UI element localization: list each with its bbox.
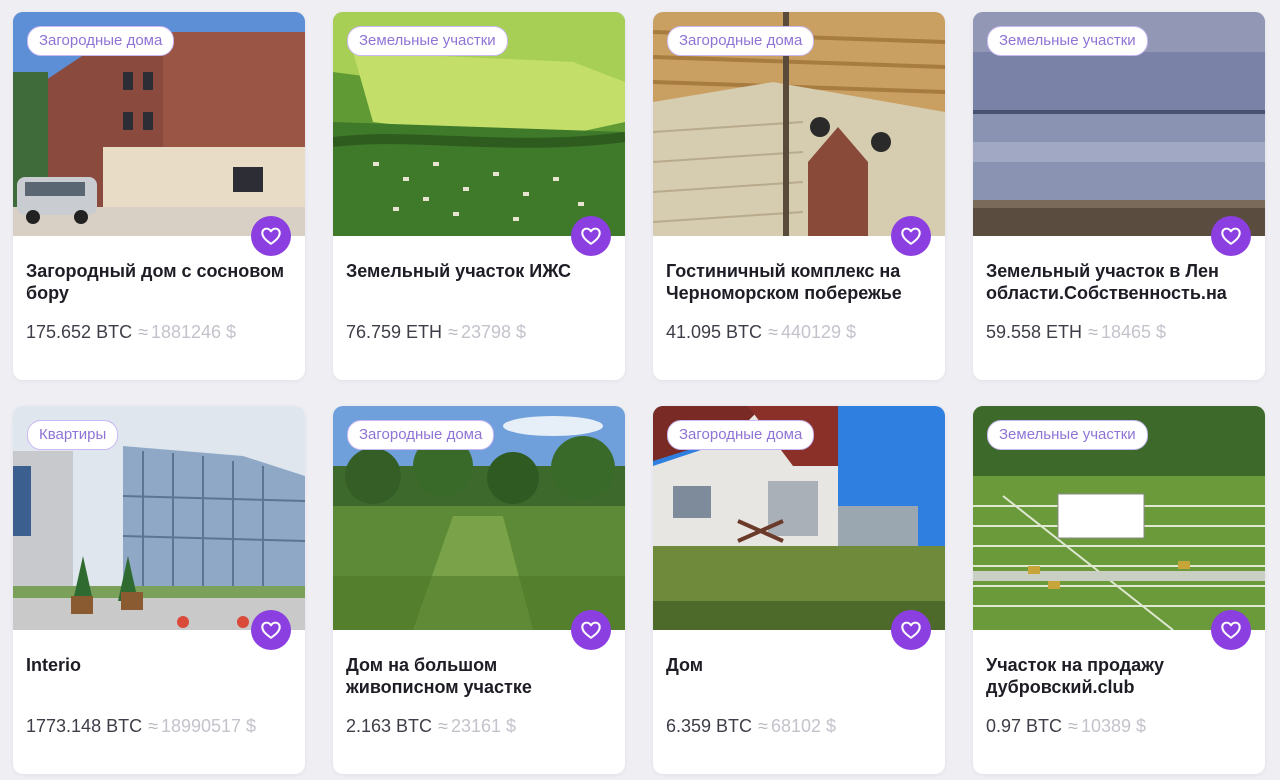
listing-title[interactable]: Земельный участок ИЖС: [346, 260, 611, 282]
listing-card[interactable]: Загородные дома Дом на большом живописно…: [333, 406, 625, 774]
approx-sign: ≈: [768, 322, 778, 342]
listing-photo[interactable]: Загородные дома: [333, 406, 625, 630]
favorite-button[interactable]: [891, 216, 931, 256]
listing-price: 1773.148 BTC ≈18990517 $: [26, 715, 256, 737]
approx-sign: ≈: [1088, 322, 1098, 342]
category-badge: Загородные дома: [347, 420, 495, 450]
usd-price: 23798 $: [460, 322, 527, 342]
heart-icon: [261, 621, 281, 639]
heart-icon: [581, 227, 601, 245]
favorite-button[interactable]: [251, 216, 291, 256]
listing-photo[interactable]: Земельные участки: [973, 406, 1265, 630]
listing-title[interactable]: Гостиничный комплекс на Черноморском поб…: [666, 260, 931, 304]
heart-icon: [1221, 621, 1241, 639]
approx-sign: ≈: [138, 322, 148, 342]
approx-sign: ≈: [1068, 716, 1078, 736]
listing-price: 6.359 BTC ≈68102 $: [666, 715, 836, 737]
category-badge: Квартиры: [27, 420, 119, 450]
favorite-button[interactable]: [1211, 610, 1251, 650]
crypto-price: 175.652 BTC: [26, 322, 133, 342]
approx-sign: ≈: [448, 322, 458, 342]
listing-title[interactable]: Дом: [666, 654, 931, 676]
listing-photo[interactable]: Земельные участки: [333, 12, 625, 236]
listing-card[interactable]: Земельные участки Участок на продажу дуб…: [973, 406, 1265, 774]
listing-title[interactable]: Земельный участок в Лен области.Собствен…: [986, 260, 1251, 304]
crypto-price: 1773.148 BTC: [26, 716, 143, 736]
listing-card[interactable]: Загородные дома Дом 6.359 BTC ≈68102 $: [653, 406, 945, 774]
approx-sign: ≈: [758, 716, 768, 736]
crypto-price: 59.558 ETH: [986, 322, 1083, 342]
listing-card[interactable]: Загородные дома Гостиничный комплекс на …: [653, 12, 945, 380]
heart-icon: [1221, 227, 1241, 245]
favorite-button[interactable]: [251, 610, 291, 650]
listing-price: 175.652 BTC ≈1881246 $: [26, 321, 236, 343]
category-badge: Загородные дома: [667, 26, 815, 56]
heart-icon: [581, 621, 601, 639]
category-badge: Земельные участки: [987, 26, 1148, 56]
usd-price: 18990517 $: [160, 716, 257, 736]
crypto-price: 0.97 BTC: [986, 716, 1063, 736]
category-badge: Загородные дома: [27, 26, 175, 56]
favorite-button[interactable]: [1211, 216, 1251, 256]
crypto-price: 6.359 BTC: [666, 716, 753, 736]
listing-card[interactable]: Квартиры Interio 1773.148 BTC ≈18990517 $: [13, 406, 305, 774]
usd-price: 440129 $: [780, 322, 857, 342]
listing-photo[interactable]: Загородные дома: [653, 12, 945, 236]
listing-price: 59.558 ETH ≈18465 $: [986, 321, 1166, 343]
listing-photo[interactable]: Загородные дома: [13, 12, 305, 236]
approx-sign: ≈: [148, 716, 158, 736]
listing-price: 76.759 ETH ≈23798 $: [346, 321, 526, 343]
usd-price: 10389 $: [1080, 716, 1147, 736]
crypto-price: 2.163 BTC: [346, 716, 433, 736]
listing-photo[interactable]: Земельные участки: [973, 12, 1265, 236]
favorite-button[interactable]: [891, 610, 931, 650]
listing-title[interactable]: Дом на большом живописном участке: [346, 654, 611, 698]
crypto-price: 41.095 BTC: [666, 322, 763, 342]
usd-price: 1881246 $: [150, 322, 237, 342]
heart-icon: [901, 227, 921, 245]
listing-card[interactable]: Земельные участки Земельный участок в Ле…: [973, 12, 1265, 380]
listing-price: 0.97 BTC ≈10389 $: [986, 715, 1146, 737]
heart-icon: [901, 621, 921, 639]
listing-title[interactable]: Загородный дом с сосновом бору: [26, 260, 291, 304]
crypto-price: 76.759 ETH: [346, 322, 443, 342]
category-badge: Земельные участки: [987, 420, 1148, 450]
listing-card[interactable]: Земельные участки Земельный участок ИЖС …: [333, 12, 625, 380]
category-badge: Земельные участки: [347, 26, 508, 56]
listing-title[interactable]: Interio: [26, 654, 291, 676]
heart-icon: [261, 227, 281, 245]
usd-price: 23161 $: [450, 716, 517, 736]
favorite-button[interactable]: [571, 610, 611, 650]
usd-price: 68102 $: [770, 716, 837, 736]
favorite-button[interactable]: [571, 216, 611, 256]
listing-card[interactable]: Загородные дома Загородный дом с сосново…: [13, 12, 305, 380]
approx-sign: ≈: [438, 716, 448, 736]
listing-price: 2.163 BTC ≈23161 $: [346, 715, 516, 737]
listing-photo[interactable]: Загородные дома: [653, 406, 945, 630]
listing-photo[interactable]: Квартиры: [13, 406, 305, 630]
listing-title[interactable]: Участок на продажу дубровский.club: [986, 654, 1251, 698]
listing-price: 41.095 BTC ≈440129 $: [666, 321, 856, 343]
category-badge: Загородные дома: [667, 420, 815, 450]
usd-price: 18465 $: [1100, 322, 1167, 342]
